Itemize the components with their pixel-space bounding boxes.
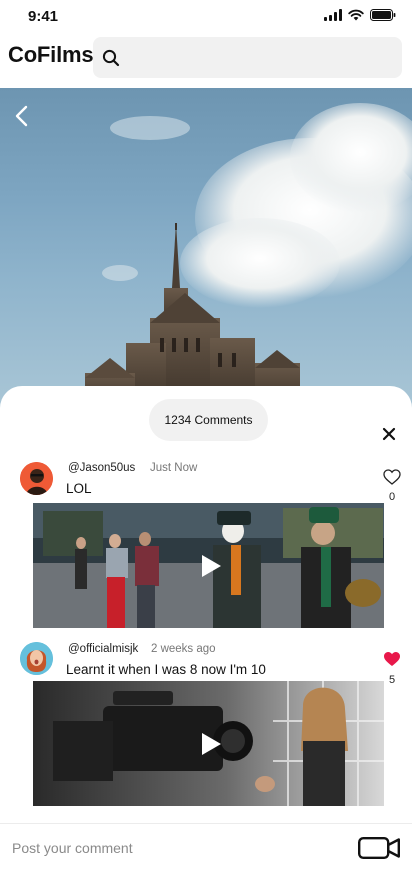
search-input[interactable] xyxy=(93,37,402,78)
battery-icon xyxy=(370,9,396,21)
comments-sheet: 1234 Comments @Jason50us Just Now LOL 0 xyxy=(0,386,412,870)
heart-icon[interactable] xyxy=(383,651,401,667)
search-icon xyxy=(102,49,120,67)
status-icons xyxy=(324,9,396,21)
comment-item: @officialmisjk 2 weeks ago Learnt it whe… xyxy=(0,639,412,819)
comment-time: 2 weeks ago xyxy=(151,643,216,655)
comment-item: @Jason50us Just Now LOL 0 xyxy=(0,458,412,634)
status-time: 9:41 xyxy=(28,8,59,25)
like-count: 0 xyxy=(388,491,396,503)
avatar[interactable] xyxy=(20,462,53,495)
comment-text: LOL xyxy=(66,481,92,496)
close-icon[interactable] xyxy=(382,427,396,441)
play-icon xyxy=(201,554,221,577)
video-thumbnail[interactable] xyxy=(33,503,384,628)
app-header: CoFilms xyxy=(0,34,412,88)
heart-icon[interactable] xyxy=(383,469,401,485)
like-count: 5 xyxy=(388,674,396,686)
video-camera-icon[interactable] xyxy=(358,837,400,859)
comment-time: Just Now xyxy=(150,462,198,474)
wifi-icon xyxy=(348,9,364,21)
post-photo xyxy=(0,88,412,408)
status-bar: 9:41 xyxy=(0,0,412,34)
abbey-photo xyxy=(85,103,412,408)
comment-composer xyxy=(0,823,412,870)
play-icon xyxy=(201,732,221,755)
back-icon[interactable] xyxy=(12,104,32,128)
comment-text: Learnt it when I was 8 now I'm 10 xyxy=(66,662,266,677)
comment-handle[interactable]: @Jason50us xyxy=(68,462,135,474)
comment-input[interactable] xyxy=(12,836,342,860)
app-title: CoFilms xyxy=(8,42,94,67)
video-thumbnail[interactable] xyxy=(33,681,384,806)
comment-handle[interactable]: @officialmisjk xyxy=(68,643,138,655)
avatar[interactable] xyxy=(20,642,53,675)
comment-count: 1234 Comments xyxy=(149,399,268,441)
signal-icon xyxy=(324,9,342,21)
